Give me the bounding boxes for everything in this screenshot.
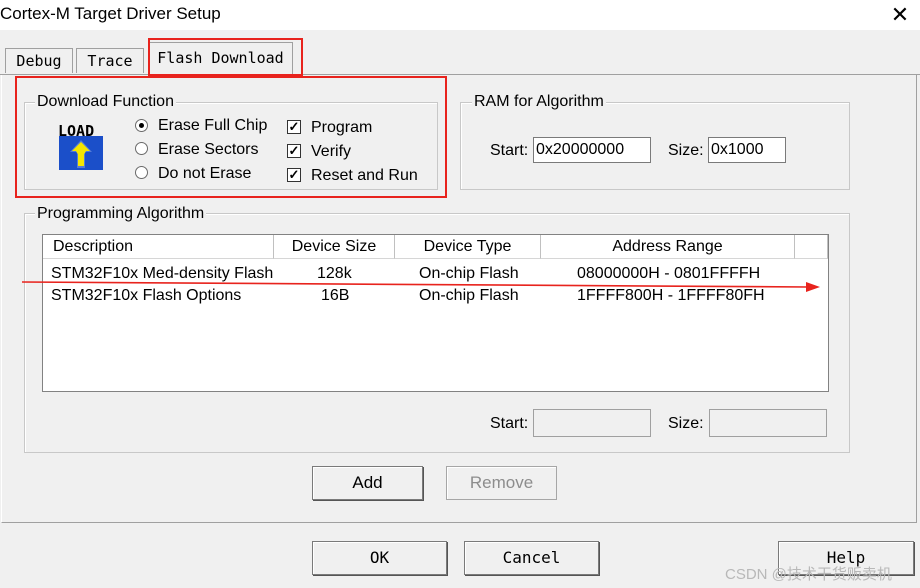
highlight-download-box (15, 76, 447, 198)
algo-start-input[interactable] (533, 409, 651, 437)
column-header-address-range[interactable]: Address Range (541, 235, 795, 259)
algo-size-label: Size: (668, 415, 704, 432)
column-header-device-size[interactable]: Device Size (274, 235, 395, 259)
tab-debug[interactable]: Debug (5, 48, 73, 73)
annotation-arrow (21, 281, 820, 292)
watermark: CSDN @技术干货贩卖机 (725, 566, 892, 583)
ram-size-label: Size: (668, 142, 704, 159)
algo-size-input[interactable] (709, 409, 827, 437)
ram-size-input[interactable]: 0x1000 (708, 137, 786, 163)
remove-button[interactable]: Remove (446, 466, 557, 500)
column-header-description[interactable]: Description (43, 235, 274, 259)
close-icon[interactable]: ✕ (886, 1, 914, 29)
ram-start-label: Start: (490, 142, 529, 159)
highlight-tab-box (148, 38, 303, 76)
programming-algorithm-legend: Programming Algorithm (35, 205, 207, 223)
cancel-button[interactable]: Cancel (464, 541, 599, 575)
ram-start-input[interactable]: 0x20000000 (533, 137, 651, 163)
tab-trace[interactable]: Trace (76, 48, 144, 73)
ram-legend: RAM for Algorithm (472, 93, 606, 111)
column-header-filler (795, 235, 828, 259)
column-header-device-type[interactable]: Device Type (395, 235, 541, 259)
ok-button[interactable]: OK (312, 541, 447, 575)
window-title: Cortex-M Target Driver Setup (0, 4, 221, 23)
add-button[interactable]: Add (312, 466, 423, 500)
algo-start-label: Start: (490, 415, 529, 432)
